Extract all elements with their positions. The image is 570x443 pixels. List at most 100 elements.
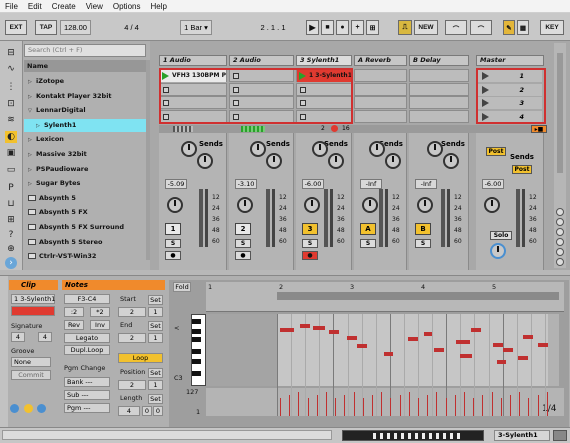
- fold-button[interactable]: Fold: [173, 282, 191, 292]
- velocity-bar[interactable]: [326, 392, 327, 416]
- send-a-knob[interactable]: [249, 141, 266, 157]
- clip-slot[interactable]: [409, 82, 469, 96]
- track-header[interactable]: 3 Sylenth1: [296, 55, 352, 66]
- midi-note[interactable]: [456, 340, 470, 344]
- midi-note[interactable]: [300, 324, 310, 328]
- cue-volume-knob[interactable]: [490, 243, 506, 259]
- midi-note[interactable]: [329, 330, 339, 334]
- groove-select[interactable]: None: [11, 357, 51, 367]
- overview-navigator[interactable]: [342, 430, 484, 441]
- track-activator-button[interactable]: 2: [235, 223, 251, 235]
- sub-bank-select[interactable]: Sub ---: [64, 390, 110, 400]
- send-b-knob[interactable]: [384, 153, 401, 169]
- position-set-button[interactable]: Set: [148, 368, 163, 378]
- velocity-bar[interactable]: [335, 398, 337, 416]
- clip-slot[interactable]: [354, 96, 407, 109]
- reverse-button[interactable]: Rev: [64, 320, 84, 330]
- send-b-knob[interactable]: [328, 153, 344, 169]
- send-b-knob[interactable]: [443, 153, 459, 169]
- solo-button[interactable]: S: [415, 239, 431, 248]
- clip-slot[interactable]: [409, 96, 469, 109]
- browser-search-input[interactable]: Search (Ctrl + F): [24, 44, 146, 57]
- menu-options[interactable]: Options: [108, 2, 146, 11]
- menu-view[interactable]: View: [81, 2, 108, 11]
- slot-stop-icon[interactable]: [233, 100, 239, 106]
- velocity-bar[interactable]: [436, 392, 438, 416]
- overdub-icon[interactable]: +: [351, 20, 364, 35]
- key-map-button[interactable]: KEY: [540, 20, 564, 35]
- midi-effects-icon[interactable]: ⋮: [5, 81, 17, 93]
- clip-slot[interactable]: [354, 69, 407, 82]
- clip-slot[interactable]: [296, 96, 352, 109]
- clips-icon[interactable]: ▣: [5, 147, 17, 159]
- ext-sync-button[interactable]: EXT: [5, 20, 27, 35]
- track-header[interactable]: A Reverb: [354, 55, 407, 66]
- velocity-bar[interactable]: [464, 392, 465, 416]
- note-range-field[interactable]: F3-C4: [64, 294, 110, 304]
- double-button[interactable]: *2: [90, 307, 110, 317]
- position-beat-field[interactable]: 1: [148, 380, 163, 390]
- crossfade-toggle-icon[interactable]: [556, 248, 564, 256]
- midi-note[interactable]: [497, 360, 506, 364]
- slot-stop-icon[interactable]: [233, 73, 239, 79]
- end-set-button[interactable]: Set: [148, 321, 163, 331]
- velocity-bar[interactable]: [390, 398, 392, 416]
- menu-help[interactable]: Help: [145, 2, 171, 11]
- envelope-icon[interactable]: [37, 404, 46, 413]
- midi-note[interactable]: [434, 348, 444, 352]
- expand-icon[interactable]: ▷: [28, 149, 36, 162]
- velocity-bar[interactable]: [491, 392, 493, 416]
- session-scrollbar[interactable]: [557, 53, 563, 173]
- slot-stop-icon[interactable]: [300, 113, 306, 120]
- clip-slot[interactable]: [296, 109, 352, 123]
- volume-field[interactable]: -3.10: [235, 179, 257, 189]
- draw-mode-icon[interactable]: ✎: [503, 20, 515, 35]
- program-select[interactable]: Pgm ---: [64, 403, 110, 413]
- midi-note[interactable]: [384, 352, 393, 356]
- io-toggle-icon[interactable]: [556, 208, 564, 216]
- clip-slot[interactable]: 1 3-Sylenth1: [296, 69, 352, 82]
- clip-slot[interactable]: [354, 109, 407, 123]
- velocity-bar[interactable]: [408, 392, 410, 416]
- pan-knob[interactable]: [484, 197, 500, 213]
- velocity-bar[interactable]: [344, 395, 346, 416]
- track-header[interactable]: B Delay: [409, 55, 469, 66]
- post-button[interactable]: Post: [512, 165, 532, 174]
- invert-button[interactable]: Inv: [90, 320, 110, 330]
- plugins-icon[interactable]: ◐: [5, 131, 17, 143]
- loop-switch-icon[interactable]: ⊞: [366, 20, 379, 35]
- clip-color-select[interactable]: [11, 306, 55, 316]
- volume-fader[interactable]: [441, 189, 445, 247]
- velocity-bar[interactable]: [500, 398, 502, 416]
- end-beat-field[interactable]: 1: [148, 333, 163, 343]
- midi-note[interactable]: [357, 344, 367, 348]
- slot-stop-icon[interactable]: [233, 113, 239, 120]
- pan-knob[interactable]: [237, 197, 253, 213]
- clip[interactable]: 1 3-Sylenth1: [297, 70, 351, 82]
- browser-item[interactable]: Absynth 5 FX Surround: [24, 221, 146, 234]
- automation-arm-icon[interactable]: ⎍: [398, 20, 412, 35]
- velocity-bar[interactable]: [316, 395, 318, 416]
- stop-all-clips-button[interactable]: ▸■: [531, 125, 547, 133]
- length-set-button[interactable]: Set: [148, 394, 163, 404]
- track-activator-button[interactable]: B: [415, 223, 431, 235]
- midi-note[interactable]: [503, 348, 513, 352]
- loop-toggle[interactable]: Loop: [118, 353, 163, 363]
- velocity-bar[interactable]: [528, 398, 530, 416]
- instruments-icon[interactable]: ⊡: [5, 98, 17, 110]
- delay-toggle-icon[interactable]: [556, 258, 564, 266]
- slot-stop-icon[interactable]: [163, 113, 169, 120]
- stop-icon[interactable]: ■: [321, 20, 334, 35]
- track-activator-button[interactable]: 1: [165, 223, 181, 235]
- velocity-bar[interactable]: [362, 398, 364, 416]
- expand-icon[interactable]: ▷: [28, 178, 36, 191]
- velocity-bar[interactable]: [372, 395, 373, 416]
- scene-launch-button[interactable]: 2: [478, 83, 542, 96]
- bank-select[interactable]: Bank ---: [64, 377, 110, 387]
- arm-button[interactable]: ●: [235, 251, 251, 260]
- velocity-bar[interactable]: [353, 392, 355, 416]
- clip-play-icon[interactable]: [299, 72, 306, 80]
- collapse-icon[interactable]: ▽: [28, 105, 36, 118]
- velocity-bar[interactable]: [473, 398, 475, 416]
- send-a-knob[interactable]: [368, 141, 385, 157]
